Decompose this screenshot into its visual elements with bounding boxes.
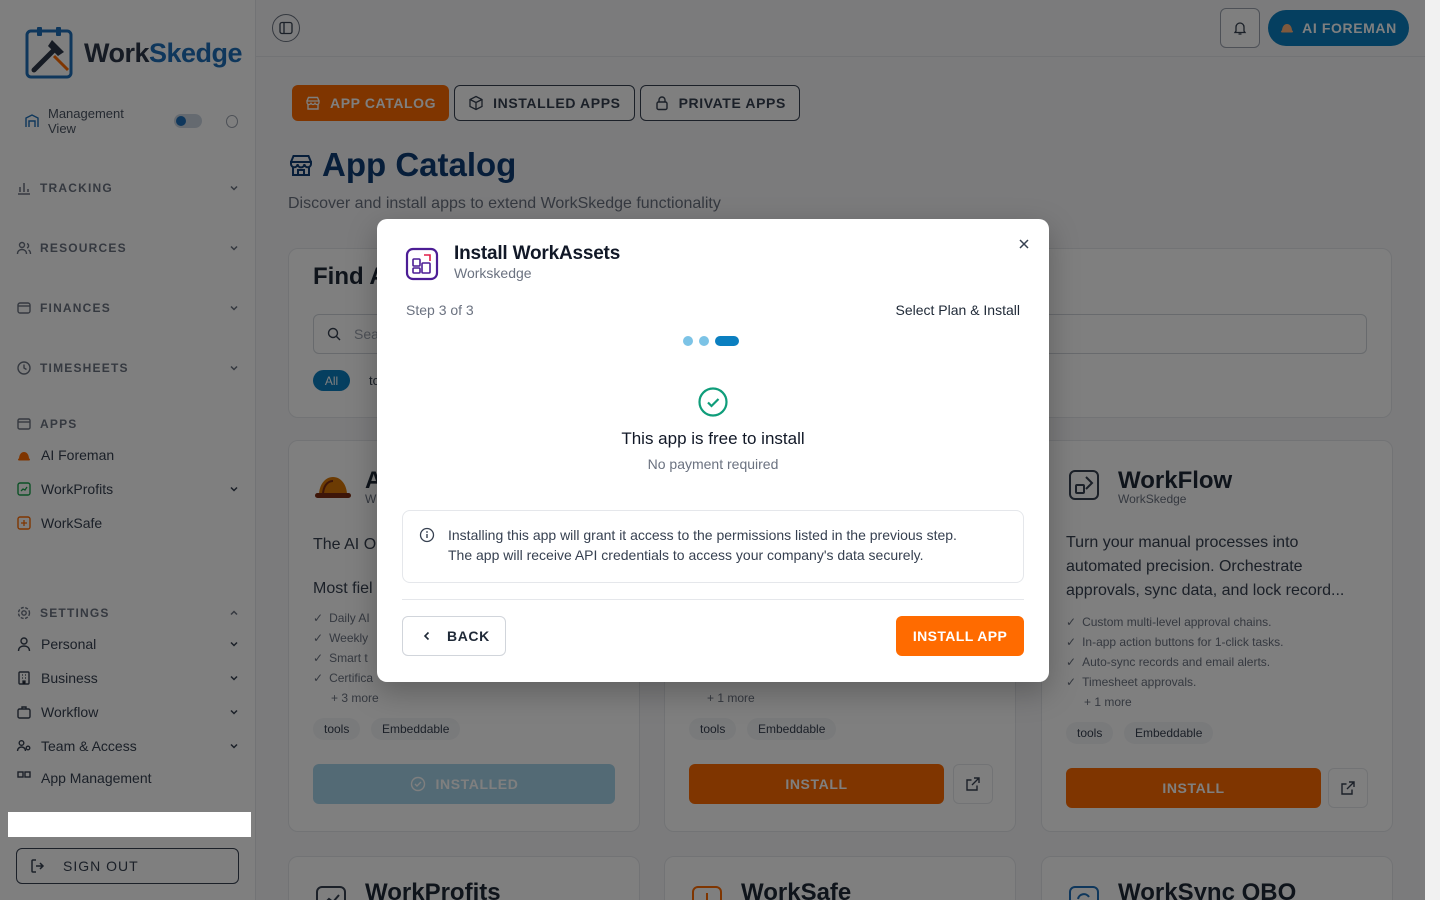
step-progress-dots: [683, 336, 739, 346]
workassets-icon: [405, 247, 439, 281]
notice-text: Installing this app will grant it access…: [448, 525, 1008, 565]
info-icon: [419, 527, 435, 543]
permissions-notice: Installing this app will grant it access…: [402, 510, 1024, 583]
page-scrollbar[interactable]: [1425, 0, 1440, 900]
check-circle-icon: [698, 387, 728, 417]
no-payment-text: No payment required: [647, 456, 779, 472]
dialog-title: Install WorkAssets: [454, 243, 621, 264]
dialog-subtitle: Workskedge: [454, 265, 532, 281]
step-indicator: Step 3 of 3: [406, 302, 474, 318]
install-app-button[interactable]: INSTALL APP: [896, 616, 1024, 656]
free-install-title: This app is free to install: [621, 429, 805, 448]
dialog-divider: [402, 599, 1024, 600]
notice-line: The app will receive API credentials to …: [448, 547, 924, 563]
notice-line: Installing this app will grant it access…: [448, 527, 957, 543]
sidebar-blank-strip: [8, 812, 251, 837]
step-dot: [699, 336, 709, 346]
chevron-left-icon: [423, 631, 430, 641]
back-label: BACK: [447, 628, 490, 644]
install-app-dialog: Install WorkAssets Workskedge Step 3 of …: [377, 219, 1049, 682]
step-dot-active: [715, 336, 739, 346]
close-icon[interactable]: [1017, 237, 1031, 251]
step-label: Select Plan & Install: [895, 302, 1020, 318]
back-button[interactable]: BACK: [402, 616, 506, 656]
step-dot: [683, 336, 693, 346]
